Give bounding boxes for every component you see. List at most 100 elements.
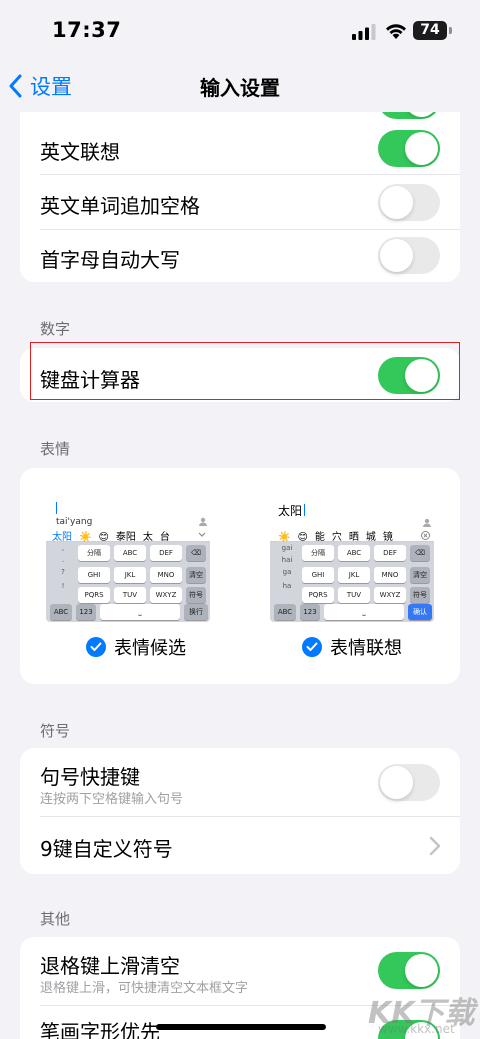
- key[interactable]: 符号: [186, 587, 206, 603]
- key[interactable]: JKL: [114, 567, 146, 583]
- candidate[interactable]: ☀️: [278, 532, 290, 543]
- row-period-shortcut: 句号快捷键 连按两下空格键输入句号: [20, 748, 460, 816]
- candidate-list: 太阳 ☀️ 😊 泰阳太台: [52, 528, 177, 543]
- section-header-emoji: 表情: [40, 440, 71, 458]
- key[interactable]: 清空: [410, 567, 430, 583]
- space-key[interactable]: ⎵: [324, 604, 404, 620]
- side-symbol: gai: [281, 544, 293, 552]
- english-space-toggle[interactable]: [378, 184, 440, 221]
- candidate[interactable]: 太阳: [52, 532, 72, 543]
- backspace-clear-toggle[interactable]: [378, 952, 440, 989]
- row-english-prediction: 英文联想: [20, 120, 460, 174]
- row-label: 句号快捷键: [40, 765, 140, 789]
- key[interactable]: GHI: [78, 567, 110, 583]
- emoji-candidates-option[interactable]: 表情候选: [86, 634, 186, 660]
- candidate[interactable]: 穴: [332, 532, 342, 543]
- candidate[interactable]: 泰阳: [116, 532, 136, 543]
- key[interactable]: PQRS: [302, 587, 334, 603]
- key[interactable]: DEF: [374, 545, 406, 561]
- battery-icon: 74: [413, 21, 447, 40]
- key[interactable]: MNO: [150, 567, 182, 583]
- english-settings-group: 英文联想 英文单词追加空格 首字母自动大写: [20, 112, 460, 282]
- candidate[interactable]: 晒: [349, 532, 359, 543]
- key[interactable]: 123: [300, 604, 320, 620]
- key[interactable]: JKL: [338, 567, 370, 583]
- keyboard-preview-emoji-candidates[interactable]: tai'yang 太阳 ☀️ 😊 泰阳太台 , . ? ! 分隔 ABC DEF ⌫ …: [46, 498, 210, 622]
- candidate-list: ☀️ 😊 能穴晒城镜: [278, 528, 400, 543]
- key[interactable]: PQRS: [78, 587, 110, 603]
- highlight-annotation: [30, 342, 460, 400]
- candidate[interactable]: 太: [143, 532, 153, 543]
- key[interactable]: GHI: [302, 567, 334, 583]
- page-title: 输入设置: [200, 76, 280, 100]
- candidate[interactable]: 城: [366, 532, 376, 543]
- chevron-down-icon[interactable]: [198, 532, 206, 538]
- key[interactable]: TUV: [338, 587, 370, 603]
- text-cursor: [304, 504, 305, 516]
- candidate[interactable]: 😊: [98, 532, 108, 543]
- cellular-signal-icon: [352, 24, 376, 40]
- key[interactable]: DEF: [150, 545, 182, 561]
- status-bar: 17:37 74: [0, 0, 480, 62]
- candidate-bar: tai'yang 太阳 ☀️ 😊 泰阳太台: [46, 498, 210, 543]
- key[interactable]: ABC: [338, 545, 370, 561]
- symbols-group: 句号快捷键 连按两下空格键输入句号 9键自定义符号: [20, 748, 460, 874]
- confirm-key[interactable]: 确认: [408, 604, 432, 620]
- key[interactable]: ABC: [50, 604, 72, 620]
- row-label: 9键自定义符号: [40, 837, 173, 861]
- keyboard-preview-emoji-association[interactable]: 太阳 ☀️ 😊 能穴晒城镜 gai hai ga ha 分隔 ABC DEF ⌫ G…: [270, 498, 434, 622]
- side-symbol: ga: [282, 568, 292, 576]
- row-label: 首字母自动大写: [40, 248, 180, 272]
- space-key[interactable]: ⎵: [100, 604, 180, 620]
- option-label: 表情联想: [330, 638, 402, 659]
- key[interactable]: WXYZ: [374, 587, 406, 603]
- text-cursor: [56, 502, 57, 514]
- row-subtitle: 退格键上滑，可快捷清空文本框文字: [40, 981, 249, 996]
- section-header-symbols: 符号: [40, 722, 71, 740]
- candidate[interactable]: 能: [315, 532, 325, 543]
- candidate[interactable]: ☀️: [79, 532, 91, 543]
- section-header-other: 其他: [40, 910, 71, 928]
- english-prediction-toggle[interactable]: [378, 130, 440, 167]
- candidate[interactable]: 台: [160, 532, 170, 543]
- candidate-bar: 太阳 ☀️ 😊 能穴晒城镜: [270, 498, 434, 543]
- candidate[interactable]: 😊: [297, 532, 307, 543]
- emoji-group: tai'yang 太阳 ☀️ 😊 泰阳太台 , . ? ! 分隔 ABC DEF ⌫ …: [20, 468, 460, 684]
- battery-cap: [449, 27, 452, 34]
- section-header-numbers: 数字: [40, 320, 71, 338]
- key[interactable]: 123: [76, 604, 96, 620]
- option-label: 表情候选: [114, 638, 186, 659]
- key[interactable]: ABC: [274, 604, 296, 620]
- key[interactable]: MNO: [374, 567, 406, 583]
- key[interactable]: 符号: [410, 587, 430, 603]
- person-icon: [199, 517, 207, 526]
- backspace-key[interactable]: ⌫: [186, 545, 206, 561]
- backspace-key[interactable]: ⌫: [410, 545, 430, 561]
- row-custom-nine-key[interactable]: 9键自定义符号: [20, 817, 460, 874]
- wifi-icon: [386, 24, 406, 39]
- auto-capitalize-toggle[interactable]: [378, 237, 440, 274]
- emoji-association-option[interactable]: 表情联想: [302, 634, 402, 660]
- previous-toggle-partial[interactable]: [378, 112, 440, 119]
- nav-bar: 设置 输入设置: [0, 62, 480, 110]
- watermark-url: www.kkx.net: [378, 1022, 455, 1036]
- home-indicator[interactable]: [156, 1024, 326, 1030]
- close-circle-icon[interactable]: [421, 531, 430, 540]
- key[interactable]: WXYZ: [150, 587, 182, 603]
- key[interactable]: 换行: [184, 604, 208, 620]
- key[interactable]: 清空: [186, 567, 206, 583]
- side-symbol: ?: [61, 568, 65, 576]
- side-symbol: !: [61, 582, 65, 590]
- key[interactable]: 分隔: [302, 545, 334, 561]
- pinyin-text: tai'yang: [56, 517, 93, 527]
- row-label: 英文联想: [40, 140, 120, 164]
- key[interactable]: ABC: [114, 545, 146, 561]
- period-shortcut-toggle[interactable]: [378, 764, 440, 801]
- row-auto-capitalize: 首字母自动大写: [20, 230, 460, 282]
- row-label: 笔画字形优先: [40, 1020, 160, 1039]
- key[interactable]: TUV: [114, 587, 146, 603]
- candidate[interactable]: 镜: [383, 532, 393, 543]
- key[interactable]: 分隔: [78, 545, 110, 561]
- checkmark-icon: [302, 637, 322, 657]
- side-symbol: ha: [282, 582, 292, 590]
